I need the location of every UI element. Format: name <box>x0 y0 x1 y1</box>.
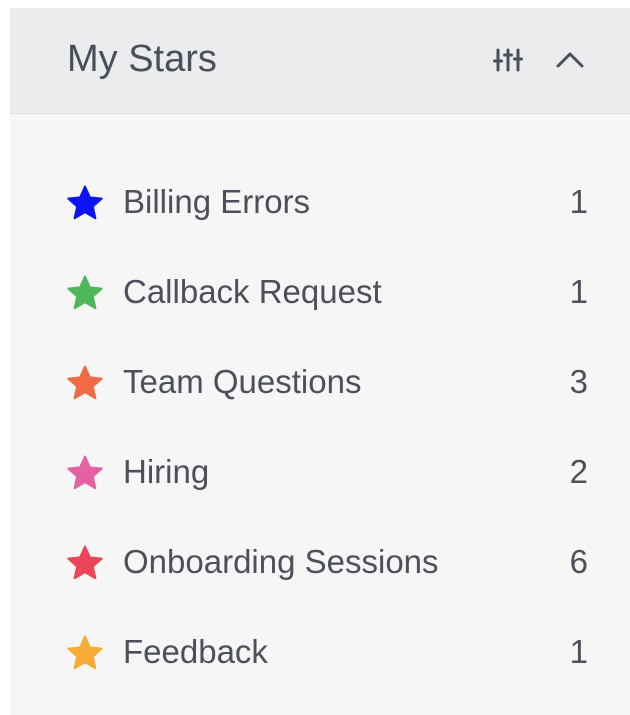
star-item-label: Feedback <box>123 633 268 670</box>
star-icon <box>67 635 103 670</box>
star-icon <box>67 455 103 490</box>
star-item-billing-errors[interactable]: Billing Errors 1 <box>10 158 630 248</box>
star-item-label: Team Questions <box>123 363 362 400</box>
star-item-label: Onboarding Sessions <box>123 543 439 580</box>
star-item-count: 1 <box>569 273 588 310</box>
star-icon <box>67 185 103 220</box>
star-item-label: Billing Errors <box>123 183 311 220</box>
star-item-label: Hiring <box>123 453 210 490</box>
panel-title: My Stars <box>67 38 217 80</box>
star-item-count: 1 <box>569 633 588 670</box>
star-item-count: 3 <box>569 363 588 400</box>
star-item-feedback[interactable]: Feedback 1 <box>10 608 630 698</box>
stars-list: Billing Errors 1 Callback Request 1 Team Que… <box>10 158 630 698</box>
my-stars-panel: My Stars Billing Errors 1 Callback Request… <box>10 8 630 715</box>
star-item-hiring[interactable]: Hiring 2 <box>10 428 630 518</box>
star-item-callback-request[interactable]: Callback Request 1 <box>10 248 630 338</box>
filter-button[interactable] <box>490 42 526 78</box>
panel-header: My Stars <box>10 8 630 114</box>
star-icon <box>67 545 103 580</box>
star-item-count: 6 <box>569 543 588 580</box>
sliders-icon <box>493 48 523 72</box>
collapse-button[interactable] <box>552 42 588 78</box>
star-item-team-questions[interactable]: Team Questions 3 <box>10 338 630 428</box>
star-icon <box>67 365 103 400</box>
star-item-onboarding-sessions[interactable]: Onboarding Sessions 6 <box>10 518 630 608</box>
star-item-count: 2 <box>569 453 588 490</box>
star-item-label: Callback Request <box>123 273 382 310</box>
star-icon <box>67 275 103 310</box>
chevron-up-icon <box>556 52 584 68</box>
star-item-count: 1 <box>569 183 588 220</box>
